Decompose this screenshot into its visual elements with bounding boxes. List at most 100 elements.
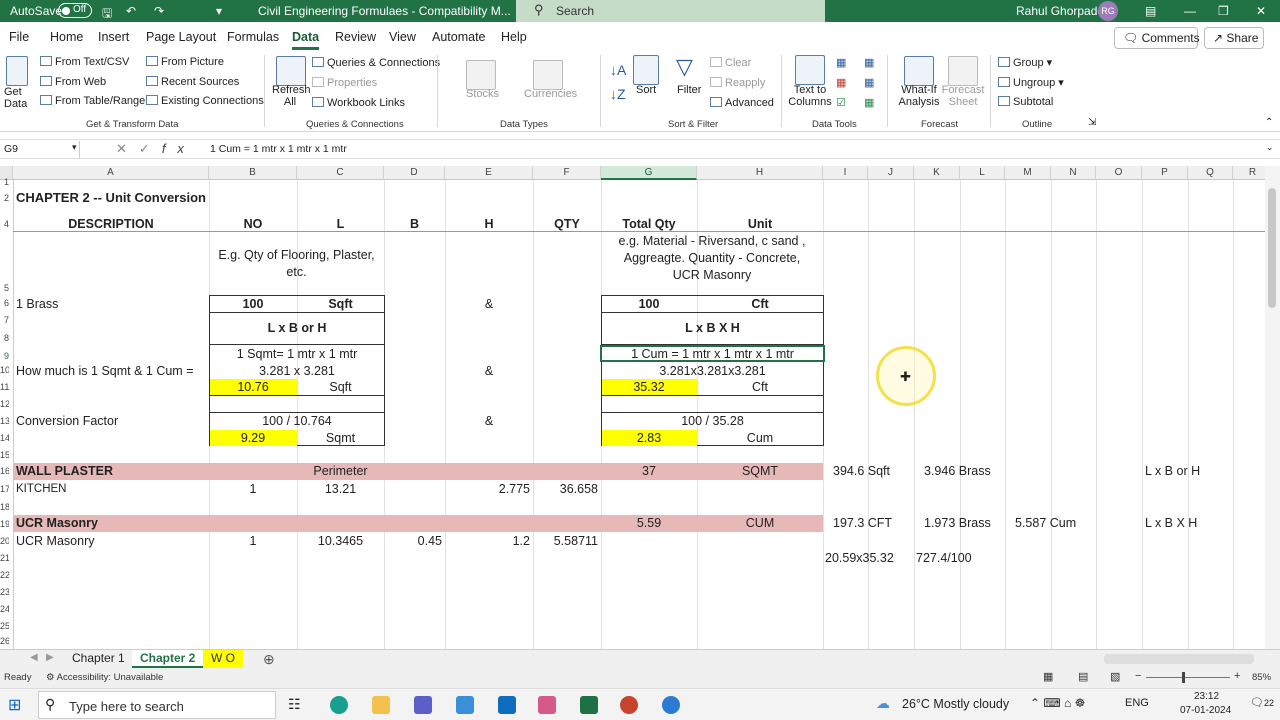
cell-d20[interactable]: 0.45 — [384, 534, 442, 549]
autosave-toggle[interactable]: Off — [58, 3, 92, 18]
row-header[interactable]: 16 — [0, 466, 9, 476]
cell-h11[interactable]: Cft — [697, 380, 823, 395]
cell-g13[interactable]: 100 / 35.28 — [601, 414, 824, 429]
sort-button[interactable]: Sort — [636, 84, 656, 96]
user-name[interactable]: Rahul Ghorpade — [1016, 4, 1104, 18]
horizontal-scrollbar[interactable] — [1104, 654, 1254, 664]
cell-b7[interactable]: L x B or H — [209, 321, 385, 336]
sheet-title[interactable]: CHAPTER 2 -- Unit Conversion — [16, 190, 206, 205]
cell-e13[interactable]: & — [445, 414, 533, 429]
header-total-qty[interactable]: Total Qty — [601, 217, 697, 232]
cell-a13[interactable]: Conversion Factor — [16, 414, 118, 429]
add-sheet-icon[interactable]: ⊕ — [263, 651, 275, 668]
customize-qat-icon[interactable]: ▾ — [216, 4, 222, 18]
header-description[interactable]: DESCRIPTION — [13, 217, 209, 232]
cell-a16[interactable]: WALL PLASTER — [16, 464, 113, 479]
recorder-icon[interactable] — [662, 696, 680, 714]
row-header[interactable]: 21 — [0, 553, 9, 563]
text-to-columns-button[interactable]: Text to Columns — [788, 84, 832, 108]
share-button[interactable]: ↗ Share — [1204, 27, 1264, 49]
col-header-r[interactable]: R — [1233, 166, 1265, 180]
filter-button[interactable]: Filter — [677, 84, 701, 96]
snipping-tool-icon[interactable] — [538, 696, 556, 714]
tab-file[interactable]: File — [9, 30, 29, 44]
cell-b11[interactable]: 10.76 — [209, 380, 297, 395]
row-header[interactable]: 24 — [0, 604, 9, 614]
cell-e20[interactable]: 1.2 — [445, 534, 530, 549]
header-h[interactable]: H — [445, 217, 533, 232]
row-header[interactable]: 7 — [0, 315, 9, 325]
cell-i16[interactable]: 394.6 Sqft — [833, 464, 890, 479]
col-header-o[interactable]: O — [1096, 166, 1142, 180]
col-header-h[interactable]: H — [697, 166, 823, 180]
prev-sheet-icon[interactable]: ◀ — [30, 652, 38, 663]
recent-sources-button[interactable]: Recent Sources — [146, 76, 239, 88]
cell-b14[interactable]: 9.29 — [209, 431, 297, 446]
cell-b9[interactable]: 1 Sqmt= 1 mtr x 1 mtr — [209, 347, 385, 362]
row-header[interactable]: 12 — [0, 399, 9, 409]
col-header-e[interactable]: E — [445, 166, 533, 180]
filter-icon[interactable]: ▽ — [676, 54, 693, 80]
cell-p19[interactable]: L x B X H — [1145, 516, 1197, 531]
cancel-icon[interactable]: ✕ — [116, 141, 139, 156]
cell-m19[interactable]: 5.587 Cum — [1015, 516, 1076, 531]
tab-help[interactable]: Help — [501, 30, 527, 44]
from-table-button[interactable]: From Table/Range — [40, 95, 145, 107]
from-picture-button[interactable]: From Picture — [146, 56, 224, 68]
name-box[interactable]: G9 — [2, 141, 80, 158]
row-header[interactable]: 8 — [0, 333, 9, 343]
scroll-thumb[interactable] — [1268, 188, 1276, 308]
row-header[interactable]: 22 — [0, 570, 9, 580]
spreadsheet-grid[interactable]: A B C D E F G H I J K L M N O P Q R 1 2 … — [0, 166, 1265, 649]
zoom-in-icon[interactable]: + — [1234, 670, 1240, 682]
teams-icon[interactable] — [414, 696, 432, 714]
close-icon[interactable]: ✕ — [1256, 4, 1266, 18]
outline-launcher-icon[interactable]: ⇲ — [1088, 117, 1096, 128]
tab-automate[interactable]: Automate — [432, 30, 486, 44]
edge-icon[interactable] — [330, 696, 348, 714]
data-model-icon[interactable]: ▦ — [864, 96, 874, 109]
row-header[interactable]: 5 — [0, 283, 9, 293]
cell-a10[interactable]: How much is 1 Sqmt & 1 Cum = — [16, 364, 194, 379]
cell-b10[interactable]: 3.281 x 3.281 — [209, 364, 385, 379]
cell-g10[interactable]: 3.281x3.281x3.281 — [601, 364, 824, 379]
what-if-icon[interactable] — [904, 56, 934, 86]
get-data-icon[interactable] — [6, 56, 28, 86]
forecast-sheet-icon[interactable] — [948, 56, 978, 86]
tab-formulas[interactable]: Formulas — [227, 30, 279, 44]
col-header-a[interactable]: A — [13, 166, 209, 180]
example-left-2[interactable]: etc. — [209, 265, 384, 280]
col-header-i[interactable]: I — [823, 166, 868, 180]
clear-button[interactable]: Clear — [710, 57, 751, 69]
from-web-button[interactable]: From Web — [40, 76, 106, 88]
taskbar-search[interactable]: ⚲ Type here to search — [38, 691, 276, 719]
weather-text[interactable]: 26°C Mostly cloudy — [902, 697, 1009, 711]
fx-icon[interactable]: fx — [162, 141, 196, 156]
cell-g16[interactable]: 37 — [601, 464, 697, 479]
enter-icon[interactable]: ✓ — [139, 141, 162, 156]
header-qty[interactable]: QTY — [533, 217, 601, 232]
powerpoint-icon[interactable] — [620, 696, 638, 714]
existing-connections-button[interactable]: Existing Connections — [146, 95, 264, 107]
notification-icon[interactable]: 🗨22 — [1250, 696, 1274, 709]
zoom-out-icon[interactable]: − — [1135, 670, 1141, 682]
cell-b20[interactable]: 1 — [209, 534, 297, 549]
tab-data[interactable]: Data — [292, 30, 320, 50]
row-header[interactable]: 17 — [0, 484, 9, 494]
data-validation-icon[interactable]: ☑ — [836, 96, 846, 109]
workbook-links-button[interactable]: Workbook Links — [312, 97, 405, 109]
example-right-2[interactable]: Aggreagte. Quantity - Concrete, — [601, 251, 823, 266]
cell-b6[interactable]: 100 — [209, 297, 297, 312]
avatar[interactable]: RG — [1098, 1, 1118, 21]
document-title[interactable]: Civil Engineering Formulaes - Compatibil… — [258, 4, 511, 18]
row-header[interactable]: 20 — [0, 536, 9, 546]
cell-b13[interactable]: 100 / 10.764 — [209, 414, 385, 429]
example-right-1[interactable]: e.g. Material - Riversand, c sand , — [601, 234, 823, 249]
cell-g6[interactable]: 100 — [601, 297, 697, 312]
zoom-level[interactable]: 85% — [1252, 672, 1271, 683]
undo-icon[interactable]: ↶ — [126, 4, 136, 18]
refresh-icon[interactable] — [276, 56, 306, 86]
cell-e10[interactable]: & — [445, 364, 533, 379]
col-header-q[interactable]: Q — [1188, 166, 1233, 180]
sheet-tab-chapter-1[interactable]: Chapter 1 — [64, 650, 133, 668]
